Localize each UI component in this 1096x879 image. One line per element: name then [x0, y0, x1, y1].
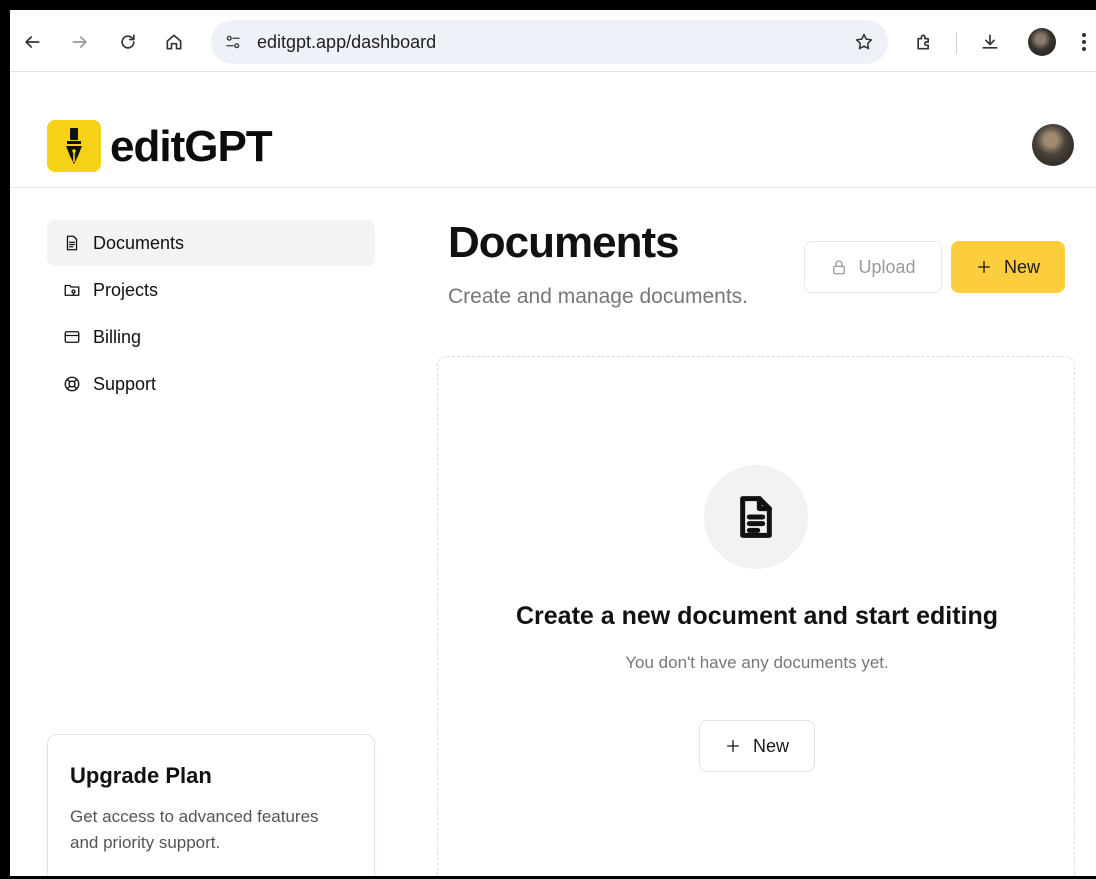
- upgrade-title: Upgrade Plan: [70, 763, 212, 788]
- upload-label: Upload: [858, 256, 916, 277]
- upgrade-description: Get access to advanced features and prio…: [70, 807, 319, 852]
- document-icon: [66, 235, 78, 251]
- address-url[interactable]: editgpt.app/dashboard: [257, 32, 436, 53]
- browser-window: editgpt.app/dashboard editGPT Documents …: [10, 10, 1096, 876]
- plus-icon: [726, 740, 739, 752]
- empty-state-description: You don't have any documents yet.: [625, 653, 889, 672]
- user-avatar[interactable]: [1032, 124, 1074, 166]
- reload-icon[interactable]: [112, 26, 144, 58]
- sidebar-item-label: Projects: [93, 279, 159, 300]
- home-icon[interactable]: [158, 26, 190, 58]
- sidebar-item-label: Support: [93, 373, 157, 394]
- sidebar-item-projects[interactable]: Projects: [47, 267, 375, 313]
- upgrade-plan-card[interactable]: Upgrade Plan Get access to advanced feat…: [47, 734, 375, 876]
- empty-state-panel: Create a new document and start editing …: [437, 356, 1075, 876]
- sidebar-item-billing[interactable]: Billing: [47, 314, 375, 360]
- sidebar-item-label: Billing: [93, 326, 142, 347]
- toolbar-divider: [956, 32, 957, 54]
- lifebuoy-icon: [64, 376, 80, 392]
- new-label: New: [1003, 256, 1040, 277]
- document-icon: [740, 496, 772, 538]
- more-menu-icon[interactable]: [1076, 28, 1092, 56]
- page-subtitle: Create and manage documents.: [448, 285, 749, 308]
- lock-icon: [833, 260, 846, 275]
- brand-name[interactable]: editGPT: [110, 122, 273, 172]
- logo-pen-icon: [47, 120, 101, 172]
- empty-state-title: Create a new document and start editing: [515, 602, 999, 630]
- sidebar-item-documents[interactable]: Documents: [47, 220, 375, 266]
- sidebar-item-label: Documents: [93, 232, 185, 253]
- plus-icon: [977, 261, 990, 273]
- back-icon[interactable]: [16, 26, 48, 58]
- address-bar[interactable]: editgpt.app/dashboard: [211, 20, 888, 64]
- sidebar: Documents Projects Billing Support Upgra…: [10, 188, 390, 876]
- folder-icon: [64, 284, 80, 296]
- bookmark-star-icon[interactable]: [852, 30, 876, 54]
- page-title: Documents: [448, 218, 680, 267]
- empty-state-icon-circle: [704, 465, 808, 569]
- credit-card-icon: [64, 331, 80, 343]
- site-settings-icon[interactable]: [221, 30, 245, 54]
- browser-toolbar: editgpt.app/dashboard: [10, 10, 1096, 72]
- new-document-button[interactable]: New: [951, 241, 1065, 293]
- sidebar-item-support[interactable]: Support: [47, 361, 375, 407]
- profile-avatar[interactable]: [1028, 28, 1056, 56]
- upload-button[interactable]: Upload: [804, 241, 942, 293]
- new-label: New: [752, 735, 789, 756]
- app-header: editGPT: [10, 72, 1096, 188]
- download-icon[interactable]: [974, 26, 1006, 58]
- forward-icon[interactable]: [64, 26, 96, 58]
- extensions-icon[interactable]: [908, 26, 940, 58]
- empty-state-new-button[interactable]: New: [699, 720, 815, 772]
